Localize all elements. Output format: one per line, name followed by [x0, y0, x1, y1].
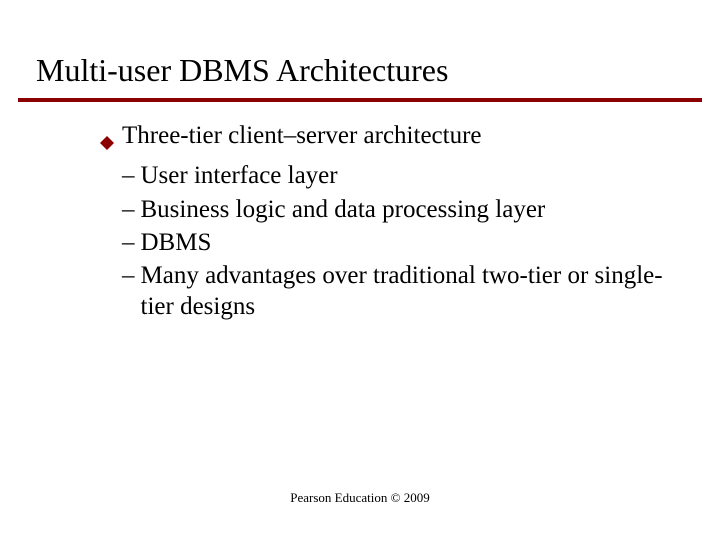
footer-copyright: Pearson Education © 2009 — [0, 490, 720, 506]
dash-icon: – — [122, 227, 135, 258]
title-underline — [18, 98, 702, 102]
dash-icon: – — [122, 260, 135, 291]
sub-item: – DBMS — [122, 227, 680, 258]
bullet-item: Three-tier client–server architecture — [100, 120, 680, 158]
sub-item-text: DBMS — [141, 227, 681, 258]
slide: Multi-user DBMS Architectures Three-tier… — [0, 0, 720, 540]
diamond-bullet-icon — [100, 127, 114, 158]
sub-item: – User interface layer — [122, 160, 680, 191]
sub-item: – Many advantages over traditional two-t… — [122, 260, 680, 323]
sub-item: – Business logic and data processing lay… — [122, 194, 680, 225]
body-content: Three-tier client–server architecture – … — [100, 120, 680, 323]
page-title: Multi-user DBMS Architectures — [36, 52, 448, 89]
sub-item-text: Business logic and data processing layer — [141, 194, 681, 225]
dash-icon: – — [122, 160, 135, 191]
sub-item-text: Many advantages over traditional two-tie… — [141, 260, 681, 323]
sub-list: – User interface layer – Business logic … — [122, 160, 680, 322]
dash-icon: – — [122, 194, 135, 225]
bullet-text: Three-tier client–server architecture — [122, 120, 680, 151]
sub-item-text: User interface layer — [141, 160, 681, 191]
